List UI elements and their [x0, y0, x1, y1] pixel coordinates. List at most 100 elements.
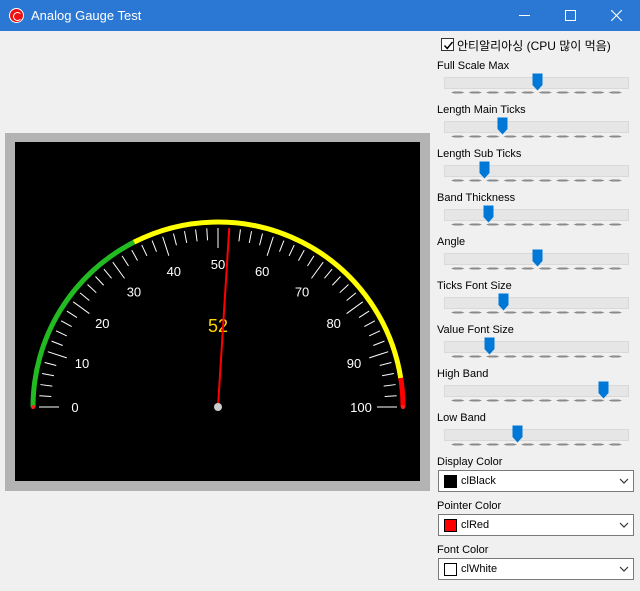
checkmark-icon: [443, 41, 454, 50]
slider-thumb[interactable]: [479, 161, 490, 179]
gauge-major-tick: [72, 301, 90, 314]
maximize-icon: [565, 10, 576, 21]
gauge-minor-tick: [259, 233, 263, 246]
length-sub-ticks-slider[interactable]: [444, 160, 629, 182]
length-main-ticks-slider[interactable]: [444, 116, 629, 138]
slider-thumb[interactable]: [532, 249, 543, 267]
display-color-value: clBlack: [461, 475, 496, 487]
gauge-minor-tick: [95, 276, 105, 286]
slider-thumb[interactable]: [498, 293, 509, 311]
close-button[interactable]: [594, 0, 640, 31]
band-thickness-slider[interactable]: [444, 204, 629, 226]
gauge-minor-tick: [141, 244, 148, 257]
length-sub-ticks-label: Length Sub Ticks: [437, 148, 522, 160]
gauge-low-band: [30, 239, 136, 408]
gauge-minor-tick: [279, 240, 285, 252]
gauge-mid-band: [132, 219, 404, 379]
gauge-minor-tick: [248, 231, 253, 244]
gauge-minor-tick: [39, 395, 52, 398]
slider-thumb[interactable]: [484, 337, 495, 355]
gauge-minor-tick: [206, 228, 209, 241]
angle-label: Angle: [437, 236, 466, 248]
font-color-select[interactable]: clWhite: [438, 558, 634, 580]
chevron-down-icon: [619, 566, 629, 572]
gauge-minor-tick: [288, 244, 295, 257]
gauge-minor-tick: [384, 395, 397, 398]
title-bar: Analog Gauge Test: [0, 0, 640, 31]
minimize-button[interactable]: [502, 0, 548, 31]
gauge-minor-tick: [383, 384, 396, 387]
ticks-font-size-label: Ticks Font Size: [437, 280, 512, 292]
gauge-minor-tick: [103, 268, 112, 279]
pointer-color-swatch: [444, 519, 457, 532]
low-band-slider[interactable]: [444, 424, 629, 446]
pointer-color-label: Pointer Color: [437, 500, 502, 512]
gauge-minor-tick: [131, 249, 138, 261]
gauge-minor-tick: [358, 310, 370, 318]
value-font-size-slider[interactable]: [444, 336, 629, 358]
gauge-minor-tick: [381, 372, 394, 377]
gauge-high-band: [398, 377, 406, 408]
gauge-major-tick: [266, 236, 274, 256]
gauge-tick-label: 70: [295, 284, 309, 299]
gauge-minor-tick: [44, 362, 57, 366]
gauge-tick-label: 10: [75, 356, 89, 371]
gauge-major-tick: [112, 261, 125, 279]
gauge-minor-tick: [87, 284, 97, 294]
gauge-panel: 0 10 20 30 40 50 60 70 80 90 100 52: [5, 133, 430, 491]
gauge-minor-tick: [40, 384, 53, 387]
gauge-minor-tick: [339, 284, 349, 294]
gauge-minor-tick: [324, 268, 333, 279]
gauge-value-text: 52: [208, 316, 228, 336]
gauge-major-tick: [369, 351, 389, 359]
chevron-down-icon: [619, 478, 629, 484]
gauge-end-marker: [401, 405, 405, 409]
maximize-button[interactable]: [548, 0, 594, 31]
font-color-swatch: [444, 563, 457, 576]
display-color-select[interactable]: clBlack: [438, 470, 634, 492]
angle-slider[interactable]: [444, 248, 629, 270]
high-band-label: High Band: [437, 368, 489, 380]
band-thickness-label: Band Thickness: [437, 192, 516, 204]
gauge-tick-label: 50: [211, 257, 225, 272]
antialias-checkbox[interactable]: [441, 38, 454, 51]
full-scale-max-slider[interactable]: [444, 72, 629, 94]
gauge-minor-tick: [183, 231, 188, 244]
value-font-size-label: Value Font Size: [437, 324, 514, 336]
gauge-minor-tick: [51, 340, 63, 346]
analog-gauge: 0 10 20 30 40 50 60 70 80 90 100 52: [30, 219, 406, 415]
app-icon: [9, 8, 24, 23]
gauge-minor-tick: [307, 255, 315, 267]
slider-thumb[interactable]: [497, 117, 508, 135]
slider-thumb[interactable]: [598, 381, 609, 399]
slider-thumb[interactable]: [532, 73, 543, 91]
gauge-minor-tick: [121, 255, 129, 267]
gauge-minor-tick: [66, 310, 78, 318]
gauge-display: 0 10 20 30 40 50 60 70 80 90 100 52: [15, 142, 420, 481]
length-main-ticks-label: Length Main Ticks: [437, 104, 526, 116]
gauge-minor-tick: [79, 292, 90, 301]
gauge-minor-tick: [346, 292, 357, 301]
gauge-minor-tick: [60, 320, 72, 327]
font-color-label: Font Color: [437, 544, 489, 556]
antialias-label: 안티알리아싱 (CPU 많이 먹음): [457, 39, 611, 53]
gauge-major-tick: [311, 261, 324, 279]
chevron-down-icon: [619, 522, 629, 528]
gauge-tick-label: 40: [167, 264, 181, 279]
gauge-tick-label: 30: [127, 284, 141, 299]
font-color-value: clWhite: [461, 563, 498, 575]
gauge-minor-tick: [195, 229, 198, 242]
gauge-tick-label: 90: [347, 356, 361, 371]
gauge-minor-tick: [368, 330, 381, 337]
gauge-tick-label: 80: [326, 316, 340, 331]
gauge-major-tick: [162, 236, 170, 256]
high-band-slider[interactable]: [444, 380, 629, 402]
ticks-font-size-slider[interactable]: [444, 292, 629, 314]
pointer-color-select[interactable]: clRed: [438, 514, 634, 536]
gauge-tick-label: 100: [350, 400, 372, 415]
gauge-tick-label: 20: [95, 316, 109, 331]
slider-thumb[interactable]: [512, 425, 523, 443]
gauge-major-tick: [346, 301, 364, 314]
gauge-minor-tick: [55, 330, 68, 337]
slider-thumb[interactable]: [483, 205, 494, 223]
